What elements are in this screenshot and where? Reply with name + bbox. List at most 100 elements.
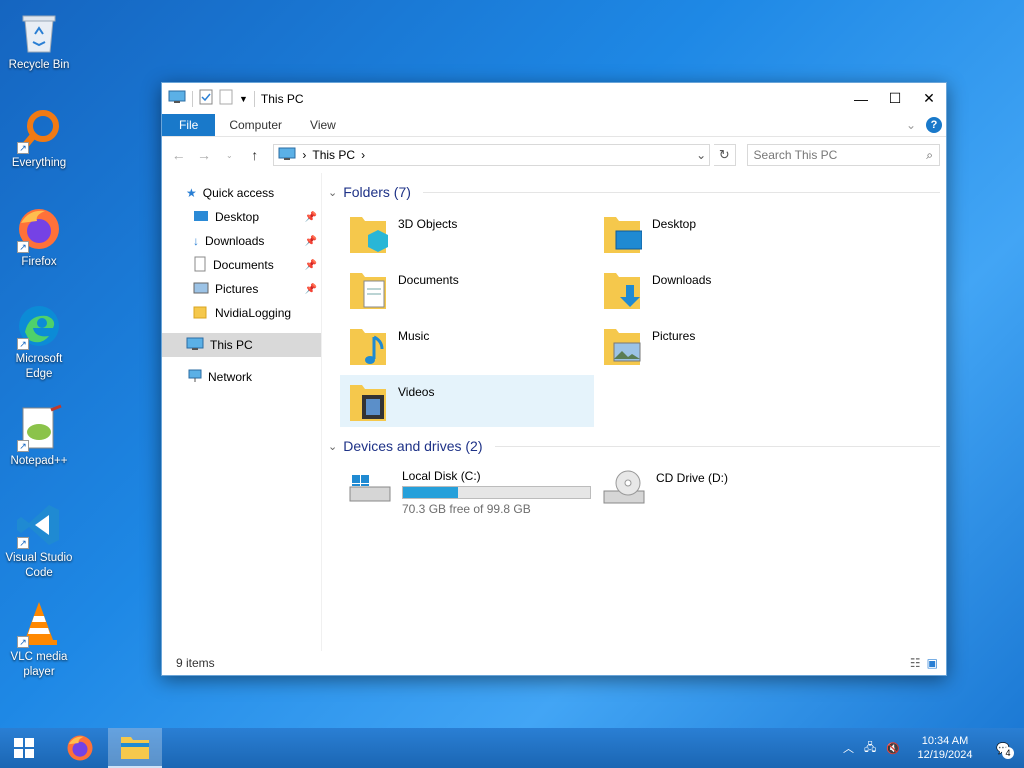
firefox-icon xyxy=(67,735,93,761)
folder-label: Downloads xyxy=(652,273,712,287)
search-input[interactable]: Search This PC ⌕ xyxy=(746,144,940,166)
nav-label: Pictures xyxy=(215,282,259,296)
up-arrow-icon[interactable]: ↑ xyxy=(244,147,265,163)
nav-label: Desktop xyxy=(215,210,260,224)
title-bar: ▼ This PC — ☐ ✕ xyxy=(162,83,946,114)
address-bar[interactable]: › This PC › ⌄ xyxy=(273,144,711,166)
drive-label: CD Drive (D:) xyxy=(656,471,728,485)
close-button[interactable]: ✕ xyxy=(912,83,946,114)
folder-desktop[interactable]: Desktop xyxy=(594,207,848,259)
desktop-icon-edge[interactable]: ↗ Microsoft Edge xyxy=(4,302,74,382)
folder-label: Videos xyxy=(398,385,435,399)
tab-view[interactable]: View xyxy=(296,114,350,136)
desktop-icon-everything[interactable]: ↗ Everything xyxy=(4,106,74,171)
folders-group-header[interactable]: ⌄ Folders (7) xyxy=(328,181,940,203)
drive-cd-d[interactable]: CD Drive (D:) xyxy=(594,463,848,519)
desktop-icon-label: Everything xyxy=(11,157,67,169)
recent-locations-chevron-icon[interactable]: ⌄ xyxy=(219,151,240,160)
toolbar-separator xyxy=(253,90,255,107)
breadcrumb-separator-icon[interactable]: › xyxy=(302,148,306,162)
ribbon-tabs: File Computer View ⌄ ? xyxy=(162,114,946,137)
shortcut-arrow-icon: ↗ xyxy=(17,241,29,253)
clock-date: 12/19/2024 xyxy=(917,749,973,761)
tab-computer[interactable]: Computer xyxy=(215,114,296,136)
desktop-folder-icon xyxy=(193,210,209,225)
drives-group-header[interactable]: ⌄ Devices and drives (2) xyxy=(328,435,940,457)
pin-icon: 📌 xyxy=(304,283,317,295)
drive-grid: Local Disk (C:) 70.3 GB free of 99.8 GB … xyxy=(328,463,940,519)
search-icon: ⌕ xyxy=(926,147,933,162)
address-dropdown-chevron-icon[interactable]: ⌄ xyxy=(693,148,709,162)
folder-label: Music xyxy=(398,329,430,343)
this-pc-icon xyxy=(168,90,186,107)
nav-label: Documents xyxy=(213,258,274,272)
pictures-icon xyxy=(193,282,209,297)
desktop-icon-label: Recycle Bin xyxy=(8,59,70,71)
properties-icon[interactable] xyxy=(199,89,213,108)
customize-toolbar-chevron-icon[interactable]: ▼ xyxy=(239,94,248,104)
large-icons-view-icon[interactable]: ▣ xyxy=(927,656,938,670)
refresh-button[interactable]: ↻ xyxy=(714,144,736,166)
drive-label: Local Disk (C:) xyxy=(402,469,481,483)
folder-pictures[interactable]: Pictures xyxy=(594,319,848,371)
expand-ribbon-chevron-icon[interactable]: ⌄ xyxy=(906,118,916,132)
clock[interactable]: 10:34 AM 12/19/2024 xyxy=(910,734,980,762)
explorer-body: ★ Quick access Desktop 📌 ↓ Downloads 📌 D… xyxy=(162,173,946,651)
folder-3d-objects[interactable]: 3D Objects xyxy=(340,207,594,259)
nav-item-documents[interactable]: Documents 📌 xyxy=(162,253,321,277)
window-controls: — ☐ ✕ xyxy=(844,83,946,114)
new-folder-icon[interactable] xyxy=(219,89,233,108)
folder-music[interactable]: Music xyxy=(340,319,594,371)
desktop-icon-vscode[interactable]: ↗ Visual Studio Code xyxy=(4,501,74,581)
music-folder-icon xyxy=(348,323,388,367)
desktop-icon-recycle-bin[interactable]: Recycle Bin xyxy=(4,8,74,73)
nav-network[interactable]: Network xyxy=(162,365,321,389)
clock-time: 10:34 AM xyxy=(921,735,969,747)
notepadpp-icon: ↗ xyxy=(15,404,63,452)
desktop-icon-label: Firefox xyxy=(21,256,57,268)
minimize-button[interactable]: — xyxy=(844,83,878,114)
nav-item-nvidialogging[interactable]: NvidiaLogging xyxy=(162,301,321,325)
taskbar-file-explorer-button[interactable] xyxy=(108,728,162,768)
details-view-icon[interactable]: ☷ xyxy=(910,656,921,670)
nav-item-pictures[interactable]: Pictures 📌 xyxy=(162,277,321,301)
folder-label: Pictures xyxy=(652,329,696,343)
volume-muted-icon[interactable]: 🔇 xyxy=(886,742,900,755)
folder-label: Documents xyxy=(398,273,459,287)
back-arrow-icon[interactable]: ← xyxy=(168,147,189,163)
drive-local-disk-c[interactable]: Local Disk (C:) 70.3 GB free of 99.8 GB xyxy=(340,463,594,519)
nav-label: Network xyxy=(208,370,253,384)
tab-file[interactable]: File xyxy=(162,114,216,136)
file-explorer-icon xyxy=(121,737,149,759)
this-pc-icon xyxy=(186,337,204,354)
nav-this-pc[interactable]: This PC xyxy=(162,333,321,357)
search-placeholder: Search This PC xyxy=(753,148,838,162)
folder-label: Desktop xyxy=(652,217,697,231)
desktop-icon-firefox[interactable]: ↗ Firefox xyxy=(4,205,74,270)
nav-item-desktop[interactable]: Desktop 📌 xyxy=(162,205,321,229)
help-button[interactable]: ? xyxy=(926,117,942,133)
folder-downloads[interactable]: Downloads xyxy=(594,263,848,315)
desktop-icon-vlc[interactable]: ↗ VLC media player xyxy=(4,600,74,680)
breadcrumb-separator-icon[interactable]: › xyxy=(361,148,365,162)
item-count: 9 items xyxy=(176,656,215,670)
breadcrumb-this-pc[interactable]: This PC xyxy=(312,148,355,162)
start-button[interactable] xyxy=(0,728,48,768)
folder-videos[interactable]: Videos xyxy=(340,375,594,427)
collapse-chevron-icon: ⌄ xyxy=(328,440,338,453)
nav-quick-access[interactable]: ★ Quick access xyxy=(162,181,321,205)
3d-objects-folder-icon xyxy=(348,211,388,255)
navigation-bar: ← → ⌄ ↑ › This PC › ⌄ ↻ Search This PC ⌕ xyxy=(162,137,946,173)
action-center-button[interactable]: 💬 4 xyxy=(990,735,1016,761)
maximize-button[interactable]: ☐ xyxy=(878,83,912,114)
forward-arrow-icon[interactable]: → xyxy=(193,147,214,163)
nav-item-downloads[interactable]: ↓ Downloads 📌 xyxy=(162,229,321,253)
shortcut-arrow-icon: ↗ xyxy=(17,338,29,350)
desktop-icon-notepadpp[interactable]: ↗ Notepad++ xyxy=(4,404,74,469)
show-hidden-icons-chevron-icon[interactable]: ︿ xyxy=(843,740,854,756)
folder-documents[interactable]: Documents xyxy=(340,263,594,315)
network-status-icon[interactable]: 🖧 xyxy=(864,739,876,758)
window-title: This PC xyxy=(260,91,304,106)
taskbar-firefox-button[interactable] xyxy=(56,728,104,768)
